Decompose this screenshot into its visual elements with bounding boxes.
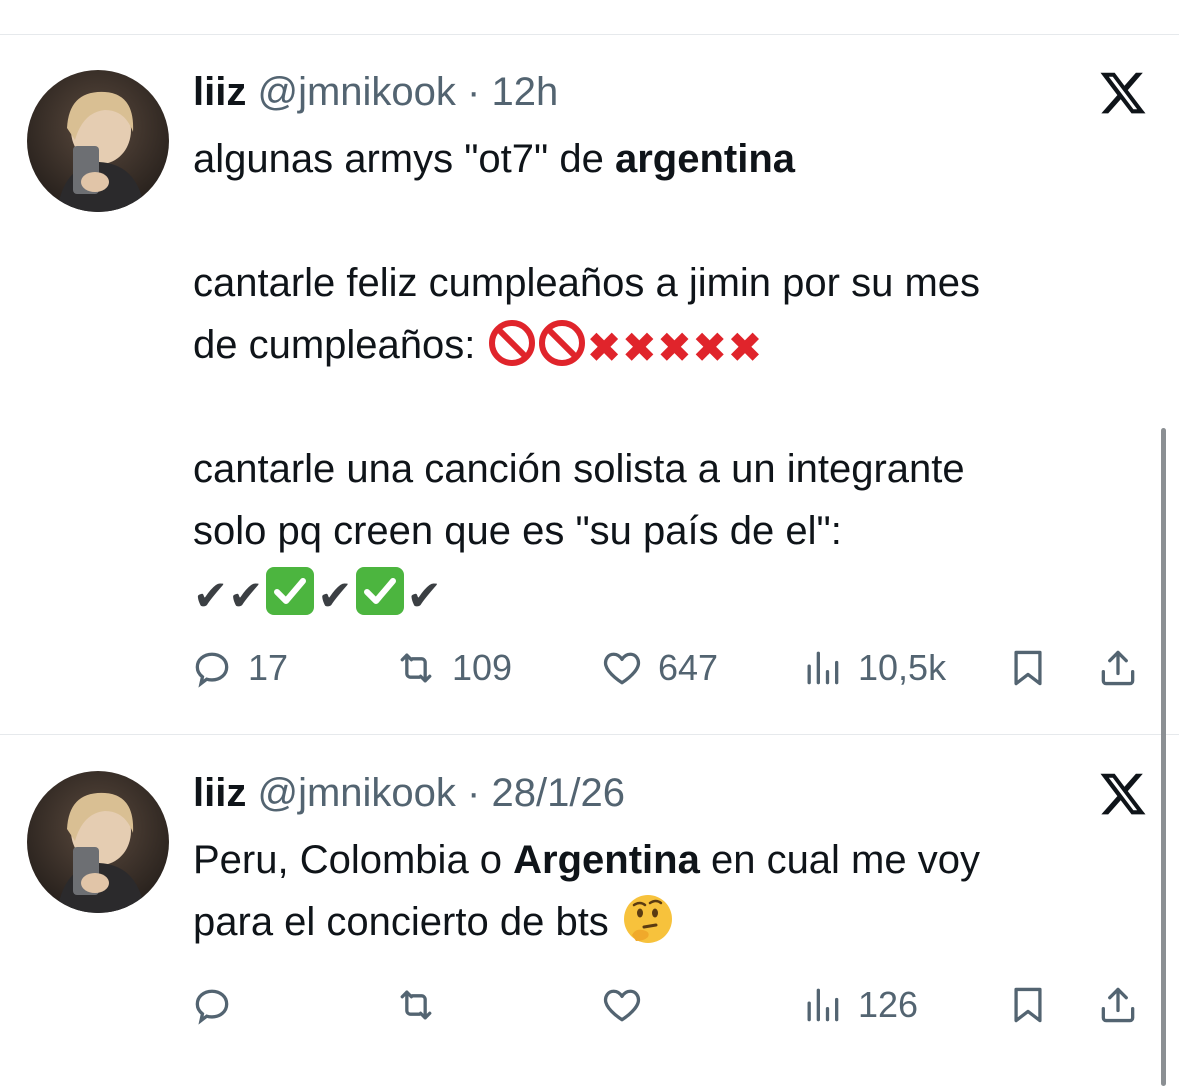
repost-icon [400, 990, 432, 1020]
like-button[interactable]: 647 [600, 643, 718, 693]
tweet-text: algunas armys "ot7" de argentina cantarl… [193, 128, 1143, 624]
prohibited-emoji [538, 320, 585, 366]
share-icon [1101, 650, 1135, 686]
check-mark-emoji: ✔ [193, 572, 229, 619]
bold-word: Argentina [513, 838, 700, 882]
tweet-header: liiz @jmnikook · 12h [193, 68, 558, 116]
like-button[interactable] [600, 980, 644, 1030]
tweet-2[interactable]: liiz @jmnikook · 28/1/26 Peru, Colombia … [0, 735, 1160, 1086]
tweet-1[interactable]: liiz @jmnikook · 12h algunas armys "ot7"… [0, 34, 1160, 734]
avatar[interactable] [27, 70, 169, 212]
cross-mark-emoji: ✖ [621, 324, 657, 371]
bookmark-button[interactable] [1006, 980, 1050, 1030]
views-count: 10,5k [858, 647, 947, 688]
share-icon [1101, 987, 1135, 1023]
text-line-1: algunas armys "ot7" de [193, 137, 615, 181]
action-bar: 126 [190, 980, 1150, 1030]
text-line-2: cantarle feliz cumpleaños a jimin por su… [193, 261, 981, 305]
heart-icon [603, 652, 641, 685]
share-button[interactable] [1096, 643, 1140, 693]
check-mark-emoji: ✔ [406, 572, 442, 619]
reply-count: 17 [248, 647, 289, 688]
like-count: 647 [658, 647, 719, 688]
timestamp[interactable]: 12h [491, 70, 558, 114]
bold-word: argentina [614, 137, 795, 181]
tweet-text: Peru, Colombia o Argentina en cual me vo… [193, 829, 1143, 953]
heart-icon [603, 989, 641, 1022]
check-mark-emoji: ✔ [228, 572, 264, 619]
bookmark-button[interactable] [1006, 643, 1050, 693]
views-icon [807, 988, 839, 1022]
text-line-1-end: en cual me voy [699, 838, 980, 882]
tweet-header: liiz @jmnikook · 28/1/26 [193, 769, 625, 817]
separator-dot: · [467, 70, 481, 114]
views-button[interactable]: 10,5k [800, 643, 946, 693]
timestamp[interactable]: 28/1/26 [491, 771, 624, 815]
display-name[interactable]: liiz [193, 771, 246, 815]
bookmark-icon [1014, 987, 1042, 1023]
x-logo-icon [1098, 769, 1148, 819]
repost-button[interactable]: 109 [394, 643, 512, 693]
text-line-1: Peru, Colombia o [193, 838, 514, 882]
views-count: 126 [858, 984, 919, 1025]
display-name[interactable]: liiz [193, 70, 246, 114]
reply-icon [195, 652, 229, 688]
reply-button[interactable]: 17 [190, 643, 288, 693]
check-mark-emoji: ✔ [317, 572, 353, 619]
green-check-emoji [355, 567, 404, 615]
text-line-5: solo pq creen que es "su país de el": [193, 509, 842, 553]
green-check-emoji [266, 567, 315, 615]
handle[interactable]: @jmnikook [257, 771, 455, 815]
repost-count: 109 [452, 647, 513, 688]
reply-icon [195, 989, 229, 1025]
cross-mark-emoji: ✖ [586, 324, 622, 371]
x-logo-icon [1098, 68, 1148, 118]
repost-icon [400, 653, 432, 683]
bookmark-icon [1014, 650, 1042, 686]
cross-mark-emoji: ✖ [656, 324, 693, 371]
share-button[interactable] [1096, 980, 1140, 1030]
text-line-3: de cumpleaños: [193, 323, 487, 367]
repost-button[interactable] [394, 980, 438, 1030]
text-line-4: cantarle una canción solista a un integr… [193, 447, 965, 491]
handle[interactable]: @jmnikook [257, 70, 455, 114]
cross-mark-emoji: ✖ [692, 324, 728, 371]
reply-button[interactable] [190, 980, 234, 1030]
avatar[interactable] [27, 771, 169, 913]
separator-dot: · [467, 771, 481, 815]
views-button[interactable]: 126 [800, 980, 918, 1030]
views-icon [807, 651, 839, 685]
action-bar: 17 109 647 10,5k [190, 643, 1150, 693]
prohibited-emoji [488, 320, 535, 366]
cross-mark-emoji: ✖ [727, 324, 763, 371]
scrollbar[interactable] [1161, 428, 1166, 1086]
text-line-2: para el concierto de bts [193, 900, 620, 944]
thinking-face-emoji [623, 895, 672, 943]
